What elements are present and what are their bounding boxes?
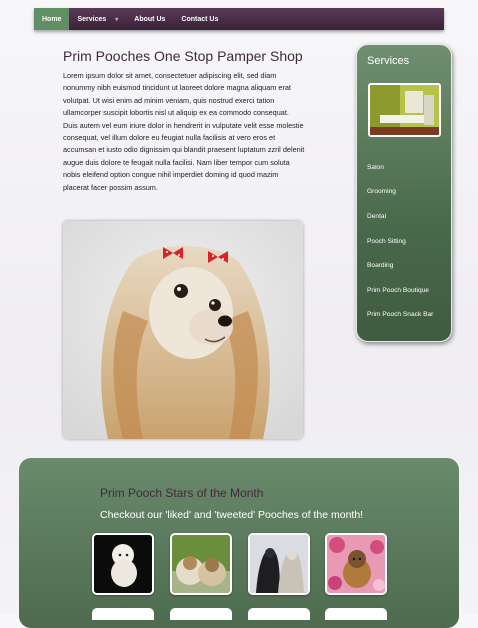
stars-of-the-month-panel: Prim Pooch Stars of the Month Checkout o… [19, 458, 459, 628]
services-sidebar: Services Salon Grooming Dental Pooch Sit… [356, 44, 452, 342]
salon-illustration [370, 85, 439, 135]
nav-about-us[interactable]: About Us [126, 8, 173, 30]
sidebar-link-salon[interactable]: Salon [367, 164, 384, 171]
star-pooch-7[interactable] [248, 608, 310, 620]
star-pooch-2[interactable] [170, 533, 232, 595]
star-pooch-4[interactable] [325, 533, 387, 595]
chevron-down-icon: ▾ [115, 16, 119, 23]
featured-dog-image [63, 221, 303, 439]
top-nav: Home Services ▾ About Us Contact Us [34, 8, 444, 30]
nav-about-label: About Us [134, 15, 166, 23]
star-pooch-1[interactable] [92, 533, 154, 595]
nav-home-label: Home [42, 15, 62, 23]
star-pooch-6[interactable] [170, 608, 232, 620]
sidebar-link-boarding[interactable]: Boarding [367, 262, 393, 269]
star-pooch-8[interactable] [325, 608, 387, 620]
yorkie-flowers-image [327, 535, 385, 593]
salon-photo [368, 83, 441, 137]
nav-services-label: Services [77, 15, 107, 23]
sidebar-link-snack-bar[interactable]: Prim Pooch Snack Bar [367, 311, 433, 318]
dog-illustration [63, 221, 303, 439]
stars-title: Prim Pooch Stars of the Month [100, 486, 264, 500]
page-title: Prim Pooches One Stop Pamper Shop [63, 48, 303, 64]
intro-paragraph: Lorem ipsum dolor sit amet, consectetuer… [63, 71, 305, 192]
sidebar-link-pooch-sitting[interactable]: Pooch Sitting [367, 238, 406, 245]
sidebar-title: Services [367, 55, 410, 67]
nav-contact-label: Contact Us [181, 15, 219, 23]
sidebar-link-grooming[interactable]: Grooming [367, 188, 396, 195]
sidebar-link-boutique[interactable]: Prim Pooch Boutique [367, 287, 429, 294]
white-poodle-image [94, 535, 152, 593]
shih-tzu-pair-image [172, 535, 230, 593]
star-pooch-3[interactable] [248, 533, 310, 595]
sidebar-link-dental[interactable]: Dental [367, 213, 386, 220]
stars-subtitle: Checkout our 'liked' and 'tweeted' Pooch… [100, 509, 364, 521]
nav-home[interactable]: Home [34, 8, 70, 30]
star-pooch-5[interactable] [92, 608, 154, 620]
nav-contact-us[interactable]: Contact Us [173, 8, 226, 30]
long-haired-dogs-image [250, 535, 308, 593]
nav-services[interactable]: Services ▾ [69, 8, 126, 30]
